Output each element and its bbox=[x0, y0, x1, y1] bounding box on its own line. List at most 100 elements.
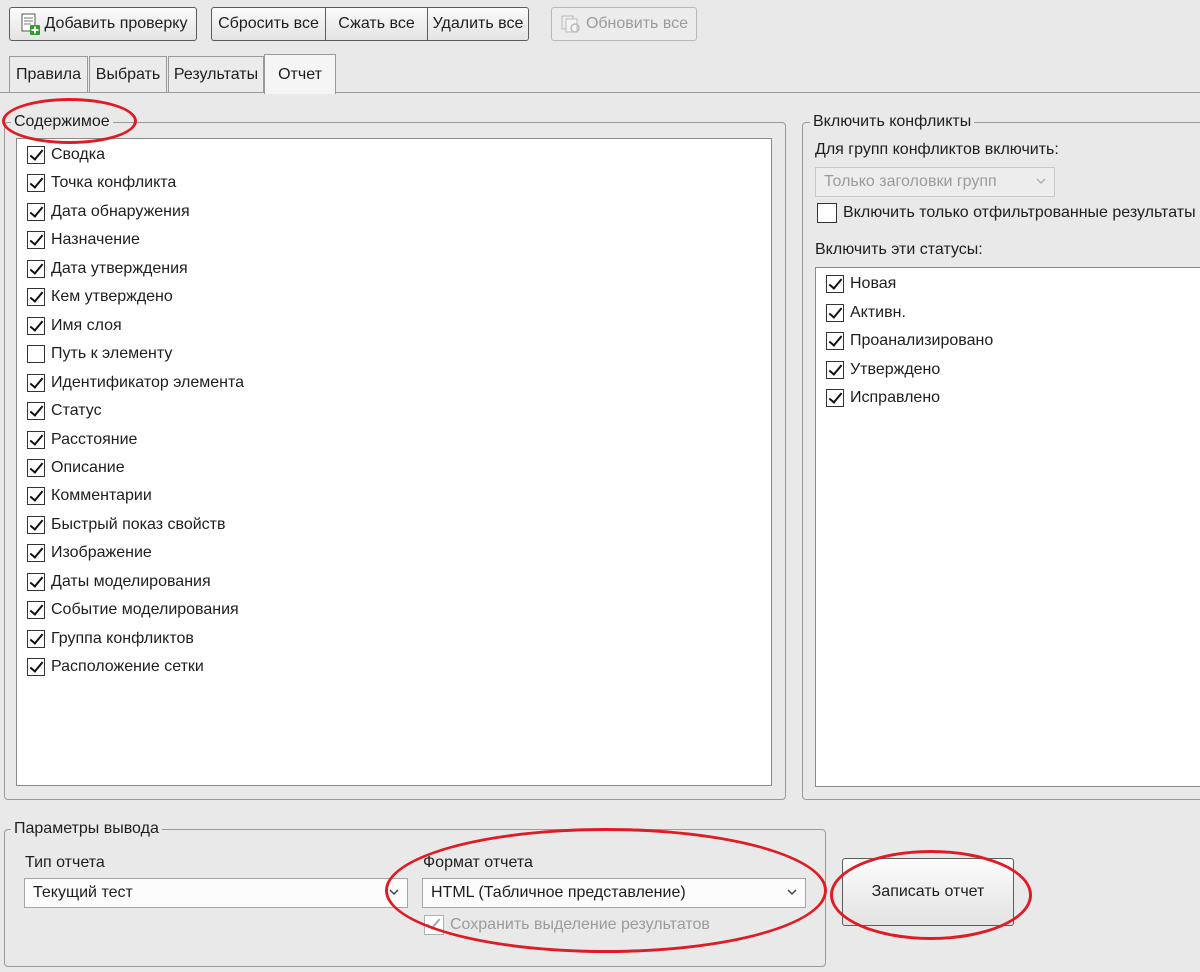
groups-include-value: Только заголовки групп bbox=[824, 173, 997, 190]
content-label: Имя слоя bbox=[51, 316, 122, 334]
content-item[interactable]: Изображение bbox=[27, 541, 152, 565]
status-item[interactable]: Активн. bbox=[826, 301, 906, 325]
status-item[interactable]: Утверждено bbox=[826, 358, 940, 382]
update-all-label: Обновить все bbox=[585, 15, 689, 32]
status-label: Новая bbox=[850, 275, 897, 292]
content-item[interactable]: Кем утверждено bbox=[27, 285, 173, 309]
content-checkbox[interactable] bbox=[27, 402, 45, 421]
content-checkbox[interactable] bbox=[27, 515, 45, 534]
tab-select[interactable]: Выбрать bbox=[89, 56, 167, 92]
add-check-button[interactable]: Добавить проверку bbox=[9, 7, 197, 41]
content-item[interactable]: Расположение сетки bbox=[27, 655, 204, 679]
keep-selection-checkbox[interactable]: Сохранить выделение результатов bbox=[424, 913, 710, 937]
content-item[interactable]: Назначение bbox=[27, 228, 140, 252]
content-item[interactable]: Даты моделирования bbox=[27, 570, 211, 594]
tab-report-label: Отчет bbox=[278, 65, 322, 83]
content-item[interactable]: Дата утверждения bbox=[27, 257, 188, 281]
content-checkbox[interactable] bbox=[27, 544, 45, 563]
include-conflicts-title: Включить конфликты bbox=[810, 113, 975, 131]
filtered-only-label: Включить только отфильтрованные результа… bbox=[843, 204, 1196, 221]
delete-all-label: Удалить все bbox=[432, 15, 524, 32]
content-checkbox[interactable] bbox=[27, 601, 45, 620]
status-checkbox[interactable] bbox=[826, 360, 844, 379]
content-item[interactable]: Описание bbox=[27, 456, 125, 480]
content-item[interactable]: Расстояние bbox=[27, 428, 137, 452]
content-checkbox[interactable] bbox=[27, 288, 45, 307]
content-label: Быстрый показ свойств bbox=[51, 515, 226, 533]
content-label: Дата обнаружения bbox=[51, 202, 190, 220]
reset-all-button[interactable]: Сбросить все bbox=[211, 7, 325, 41]
status-checkbox[interactable] bbox=[826, 389, 844, 407]
tab-report[interactable]: Отчет bbox=[264, 54, 336, 94]
content-label: Сводка bbox=[51, 146, 106, 163]
update-all-button[interactable]: Обновить все bbox=[551, 7, 697, 41]
filtered-only-box[interactable] bbox=[817, 203, 837, 223]
output-settings-title: Параметры вывода bbox=[11, 820, 162, 838]
compact-all-button[interactable]: Сжать все bbox=[325, 7, 427, 41]
keep-selection-label: Сохранить выделение результатов bbox=[450, 916, 710, 933]
status-label: Утверждено bbox=[850, 360, 941, 378]
tab-select-label: Выбрать bbox=[95, 65, 161, 83]
content-checkbox[interactable] bbox=[27, 572, 45, 591]
delete-all-button[interactable]: Удалить все bbox=[427, 7, 529, 41]
content-label: Группа конфликтов bbox=[51, 629, 194, 647]
content-item[interactable]: Событие моделирования bbox=[27, 598, 239, 622]
statuses-label: Включить эти статусы: bbox=[815, 241, 983, 258]
content-checkbox[interactable] bbox=[27, 316, 45, 335]
tab-results-label: Результаты bbox=[173, 65, 259, 83]
keep-selection-box[interactable] bbox=[424, 915, 444, 935]
content-checkbox[interactable] bbox=[27, 430, 45, 449]
status-item[interactable]: Проанализировано bbox=[826, 329, 993, 353]
status-item[interactable]: Исправлено bbox=[826, 386, 940, 410]
status-item[interactable]: Новая bbox=[826, 272, 896, 296]
content-checkbox[interactable] bbox=[27, 629, 45, 648]
content-checkbox[interactable] bbox=[27, 146, 45, 164]
content-checkbox[interactable] bbox=[27, 458, 45, 477]
report-format-select[interactable]: HTML (Табличное представление) bbox=[422, 878, 806, 908]
status-checkbox[interactable] bbox=[826, 303, 844, 322]
content-item[interactable]: Группа конфликтов bbox=[27, 627, 194, 651]
content-item[interactable]: Путь к элементу bbox=[27, 342, 172, 366]
tab-rules[interactable]: Правила bbox=[9, 56, 88, 92]
tab-divider bbox=[0, 92, 1200, 93]
statuses-list[interactable]: Новая Активн. Проанализировано Утверждено Ис… bbox=[815, 267, 1200, 787]
report-type-select[interactable]: Текущий тест bbox=[24, 878, 408, 908]
status-checkbox[interactable] bbox=[826, 275, 844, 293]
content-item[interactable]: Быстрый показ свойств bbox=[27, 513, 226, 537]
content-checkbox[interactable] bbox=[27, 658, 45, 677]
content-checkbox[interactable] bbox=[27, 259, 45, 278]
contents-title: Содержимое bbox=[11, 113, 113, 131]
add-check-label: Добавить проверку bbox=[44, 15, 188, 32]
contents-list[interactable]: Сводка Точка конфликта Дата обнаружения Наз… bbox=[16, 138, 772, 786]
content-checkbox[interactable] bbox=[27, 174, 45, 193]
tab-results[interactable]: Результаты bbox=[168, 56, 264, 92]
content-item[interactable]: Комментарии bbox=[27, 484, 152, 508]
groups-include-label: Для групп конфликтов включить: bbox=[815, 141, 1059, 158]
report-format-label: Формат отчета bbox=[423, 854, 533, 871]
write-report-label: Записать отчет bbox=[871, 883, 985, 900]
content-item[interactable]: Точка конфликта bbox=[27, 171, 176, 195]
write-report-button[interactable]: Записать отчет bbox=[842, 858, 1014, 926]
content-label: Расстояние bbox=[51, 430, 138, 448]
content-item[interactable]: Имя слоя bbox=[27, 314, 122, 338]
report-type-value: Текущий тест bbox=[33, 884, 133, 901]
content-item[interactable]: Идентификатор элемента bbox=[27, 371, 244, 395]
content-item[interactable]: Дата обнаружения bbox=[27, 200, 190, 224]
filtered-only-checkbox[interactable]: Включить только отфильтрованные результа… bbox=[817, 201, 1196, 225]
content-label: Дата утверждения bbox=[51, 259, 188, 277]
status-checkbox[interactable] bbox=[826, 332, 844, 350]
content-checkbox[interactable] bbox=[27, 231, 45, 250]
content-label: Комментарии bbox=[51, 487, 152, 505]
content-checkbox[interactable] bbox=[27, 373, 45, 392]
content-checkbox[interactable] bbox=[27, 345, 45, 364]
content-checkbox[interactable] bbox=[27, 487, 45, 506]
content-checkbox[interactable] bbox=[27, 202, 45, 221]
groups-include-select[interactable]: Только заголовки групп bbox=[815, 167, 1055, 197]
content-label: Идентификатор элемента bbox=[51, 373, 245, 391]
report-type-label: Тип отчета bbox=[25, 854, 105, 871]
content-label: Расположение сетки bbox=[51, 658, 204, 676]
content-label: Назначение bbox=[51, 231, 140, 249]
content-item[interactable]: Сводка bbox=[27, 143, 105, 167]
content-item[interactable]: Статус bbox=[27, 399, 102, 423]
content-label: Путь к элементу bbox=[51, 345, 173, 363]
